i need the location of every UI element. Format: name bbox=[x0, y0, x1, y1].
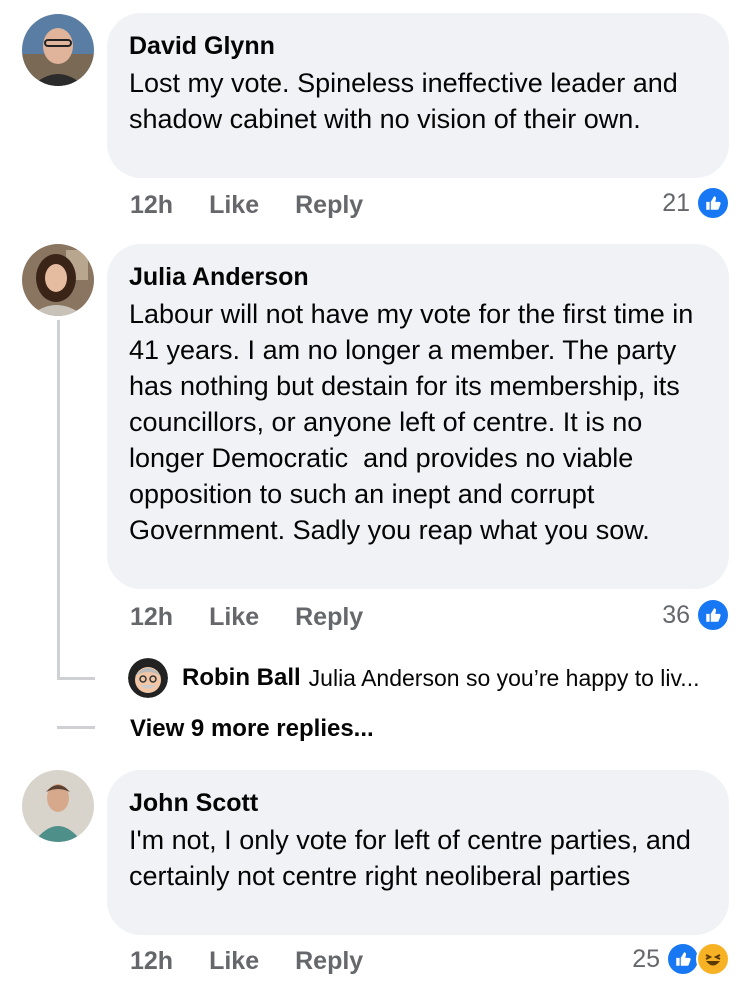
reaction-summary[interactable]: 21 bbox=[662, 186, 730, 220]
comment-text: Labour will not have my vote for the fir… bbox=[129, 299, 701, 545]
thread-connector bbox=[57, 726, 95, 729]
comment-author[interactable]: David Glynn bbox=[129, 31, 707, 61]
reply-author[interactable]: Robin Ball bbox=[182, 664, 301, 692]
reaction-summary[interactable]: 36 bbox=[662, 598, 730, 632]
thread-line bbox=[57, 320, 60, 680]
comment-bubble: David Glynn Lost my vote. Spineless inef… bbox=[107, 13, 729, 178]
comment-author[interactable]: John Scott bbox=[129, 788, 707, 818]
comment-bubble: Julia Anderson Labour will not have my v… bbox=[107, 244, 729, 589]
view-more-replies-link[interactable]: View 9 more replies... bbox=[130, 715, 374, 743]
comment-actions: 12h Like Reply bbox=[130, 603, 363, 632]
reply-button[interactable]: Reply bbox=[295, 947, 363, 976]
reaction-count: 36 bbox=[662, 600, 690, 629]
like-button[interactable]: Like bbox=[209, 947, 259, 976]
reaction-count: 21 bbox=[662, 188, 690, 217]
avatar-julia-anderson[interactable] bbox=[22, 244, 94, 316]
reaction-count: 25 bbox=[632, 944, 660, 973]
thread-connector bbox=[57, 677, 95, 680]
comment-author[interactable]: Julia Anderson bbox=[129, 262, 707, 292]
reaction-summary[interactable]: 25 bbox=[632, 942, 730, 976]
like-button[interactable]: Like bbox=[209, 191, 259, 220]
reply-preview[interactable]: Robin Ball Julia Anderson so you’re happ… bbox=[128, 658, 699, 698]
comment-text: Lost my vote. Spineless ineffective lead… bbox=[129, 68, 678, 134]
comment-text: I'm not, I only vote for left of centre … bbox=[129, 825, 691, 891]
like-reaction-icon bbox=[666, 942, 700, 976]
avatar-john-scott[interactable] bbox=[22, 770, 94, 842]
comment-time[interactable]: 12h bbox=[130, 947, 173, 976]
comment-time[interactable]: 12h bbox=[130, 191, 173, 220]
comment-actions: 12h Like Reply bbox=[130, 947, 363, 976]
like-reaction-icon bbox=[696, 598, 730, 632]
comment-actions: 12h Like Reply bbox=[130, 191, 363, 220]
reply-text: Julia Anderson so you’re happy to liv... bbox=[308, 664, 700, 691]
like-button[interactable]: Like bbox=[209, 603, 259, 632]
reply-button[interactable]: Reply bbox=[295, 603, 363, 632]
comment-bubble: John Scott I'm not, I only vote for left… bbox=[107, 770, 729, 935]
haha-reaction-icon bbox=[696, 942, 730, 976]
like-reaction-icon bbox=[696, 186, 730, 220]
avatar-david-glynn[interactable] bbox=[22, 14, 94, 86]
reply-button[interactable]: Reply bbox=[295, 191, 363, 220]
avatar-robin-ball[interactable] bbox=[128, 658, 168, 698]
comment-time[interactable]: 12h bbox=[130, 603, 173, 632]
